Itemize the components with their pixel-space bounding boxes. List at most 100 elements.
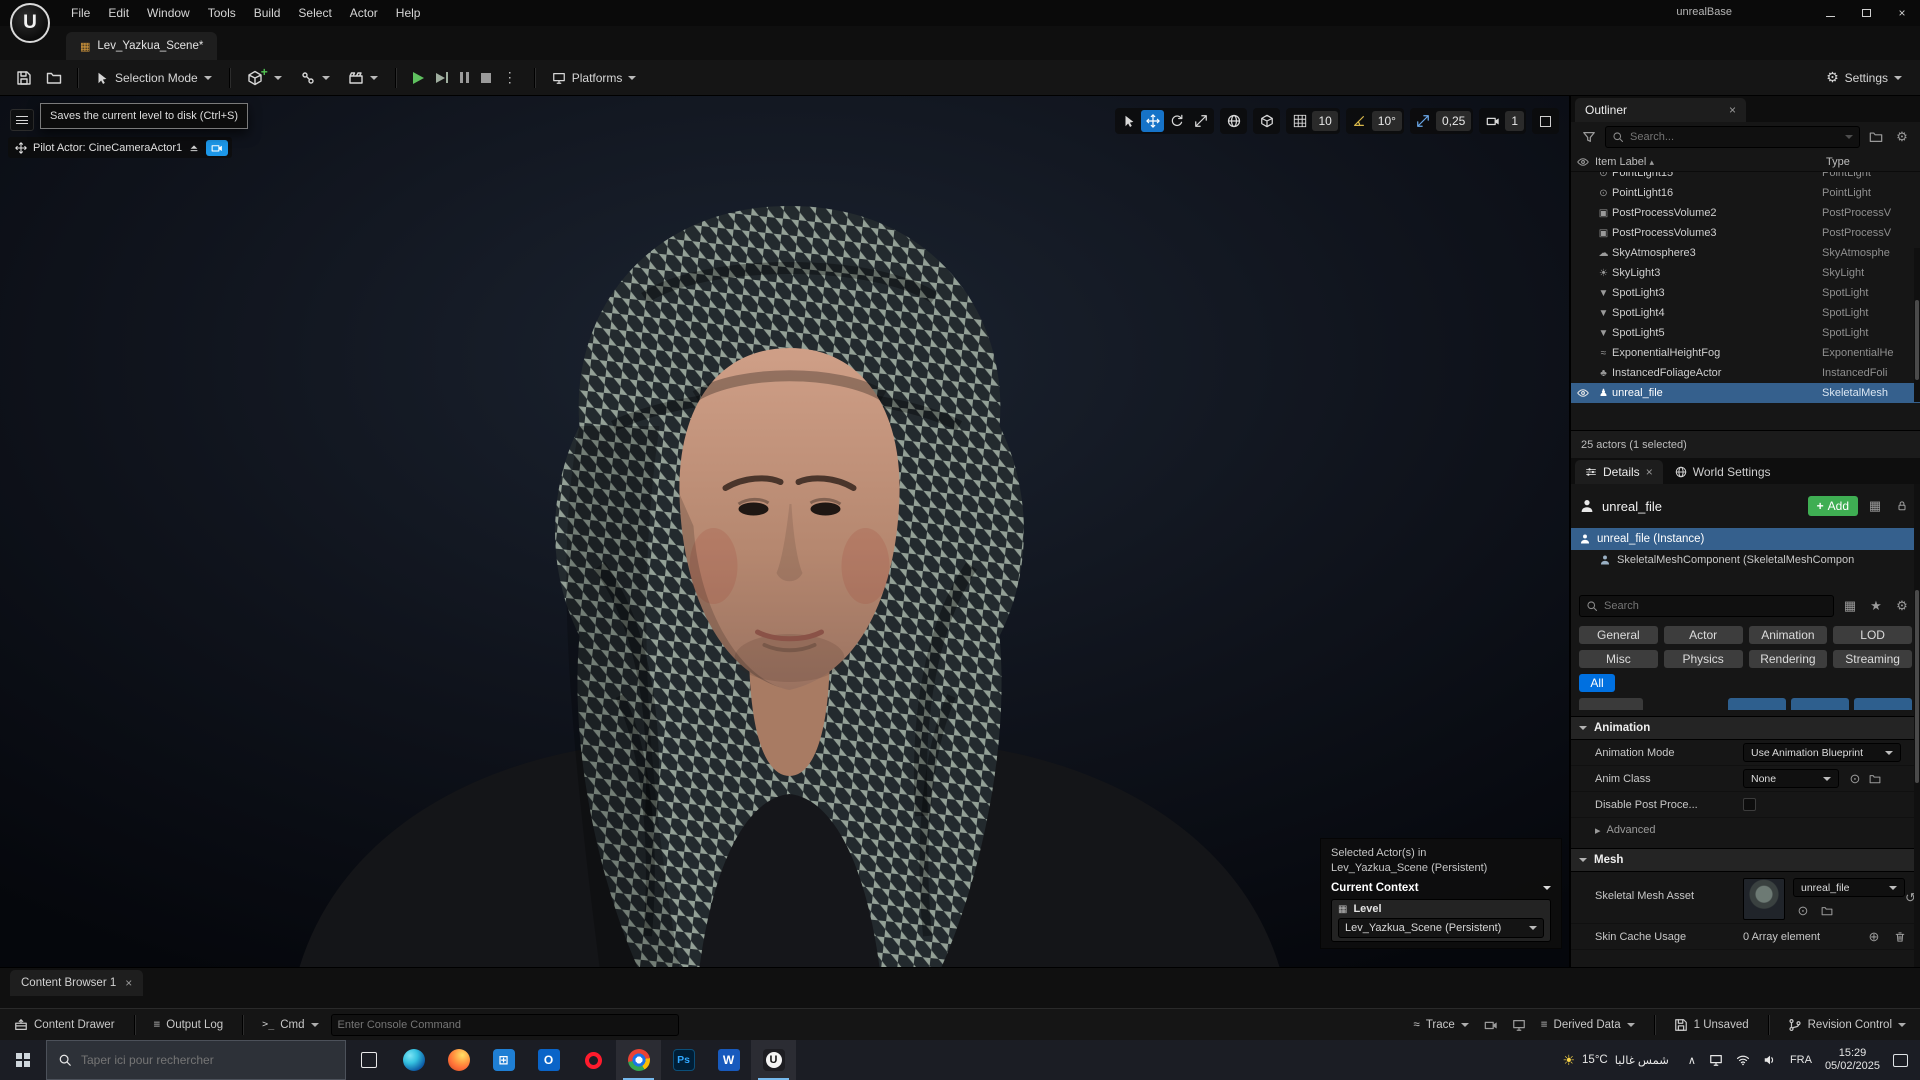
skeletal-mesh-dropdown[interactable]: unreal_file — [1793, 878, 1905, 897]
tab-world-settings[interactable]: World Settings — [1665, 460, 1781, 484]
taskbar-app[interactable] — [571, 1040, 616, 1080]
details-options-icon[interactable]: ▦ — [1865, 496, 1885, 516]
console-command-input[interactable] — [337, 1018, 672, 1031]
insights-monitor-icon[interactable] — [1509, 1015, 1529, 1035]
filter-chip[interactable]: General — [1579, 626, 1658, 644]
play-button[interactable] — [412, 64, 424, 92]
grid-snap-toggle[interactable] — [1288, 110, 1311, 132]
rotate-tool-button[interactable] — [1165, 110, 1188, 132]
rotation-snap-toggle[interactable] — [1348, 110, 1371, 132]
use-selected-icon[interactable]: ⊙ — [1793, 901, 1813, 921]
outliner-row[interactable]: ☁ SkyAtmosphere3 SkyAtmosphe — [1571, 243, 1920, 263]
unreal-logo[interactable]: U — [10, 3, 50, 43]
taskbar-search[interactable] — [46, 1040, 346, 1080]
camera-speed-button[interactable] — [1481, 110, 1504, 132]
menu-item[interactable]: Tools — [199, 0, 245, 26]
cmd-dropdown[interactable]: >_ Cmd — [258, 1012, 322, 1038]
stop-button[interactable] — [480, 64, 491, 92]
filter-chip[interactable]: Animation — [1748, 626, 1828, 644]
eject-pilot-button[interactable] — [188, 142, 200, 154]
taskbar-app[interactable] — [436, 1040, 481, 1080]
close-icon[interactable]: × — [1646, 466, 1653, 478]
tab-details[interactable]: Details × — [1575, 460, 1663, 484]
filter-chip[interactable]: Actor — [1663, 626, 1743, 644]
outliner-row[interactable]: ☀ SkyLight3 SkyLight — [1571, 263, 1920, 283]
outliner-row[interactable]: ▣ PostProcessVolume2 PostProcessV — [1571, 203, 1920, 223]
outliner-settings-button[interactable]: ⚙ — [1892, 127, 1912, 147]
settings-dropdown[interactable]: ⚙ Settings — [1818, 64, 1910, 92]
outliner-row[interactable]: ♟ unreal_file SkeletalMesh — [1571, 383, 1920, 403]
taskbar-app[interactable]: W — [706, 1040, 751, 1080]
menu-item[interactable]: File — [62, 0, 99, 26]
close-button[interactable]: × — [1884, 0, 1920, 26]
taskbar-weather[interactable]: ☀ 15°C شمس غالبا — [1556, 1040, 1674, 1080]
filter-icon[interactable] — [1579, 127, 1599, 147]
chevron-down-icon[interactable] — [1845, 135, 1853, 139]
lock-icon[interactable] — [1892, 496, 1912, 516]
taskbar-clock[interactable]: 15:29 05/02/2025 — [1825, 1047, 1880, 1073]
scale-snap-value[interactable]: 0,25 — [1435, 111, 1472, 131]
hidden-icons-chevron[interactable]: ∧ — [1688, 1054, 1696, 1067]
asset-thumbnail[interactable] — [1743, 878, 1785, 920]
browse-to-asset-icon[interactable] — [1865, 769, 1885, 789]
select-tool-button[interactable] — [1117, 110, 1140, 132]
component-row[interactable]: SkeletalMeshComponent (SkeletalMeshCompo… — [1571, 550, 1920, 570]
surface-snap-button[interactable] — [1255, 110, 1278, 132]
outliner-row[interactable]: ⊙ PointLight16 PointLight — [1571, 183, 1920, 203]
browse-content-button[interactable] — [40, 64, 68, 92]
close-icon[interactable]: × — [1729, 104, 1736, 116]
outliner-row[interactable]: ≈ ExponentialHeightFog ExponentialHe — [1571, 343, 1920, 363]
outliner-row[interactable]: ▣ PostProcessVolume3 PostProcessV — [1571, 223, 1920, 243]
viewport-menu-button[interactable] — [10, 109, 34, 131]
minimize-button[interactable] — [1812, 0, 1848, 26]
details-search-input[interactable] — [1604, 600, 1827, 612]
derived-data-dropdown[interactable]: ≡ Derived Data — [1537, 1012, 1639, 1038]
animation-mode-dropdown[interactable]: Use Animation Blueprint — [1743, 743, 1901, 762]
tab-outliner[interactable]: Outliner × — [1575, 98, 1747, 122]
menu-item[interactable]: Help — [387, 0, 430, 26]
disable-post-checkbox[interactable] — [1743, 798, 1756, 811]
current-context-header[interactable]: Current Context — [1331, 882, 1551, 894]
taskbar-app[interactable]: Ps — [661, 1040, 706, 1080]
visibility-column-icon[interactable] — [1571, 156, 1595, 168]
menu-item[interactable]: Window — [138, 0, 199, 26]
output-log-button[interactable]: ≡ Output Log — [150, 1012, 228, 1038]
outliner-row[interactable]: ▼ SpotLight5 SpotLight — [1571, 323, 1920, 343]
filter-chip[interactable]: Misc — [1579, 650, 1658, 668]
filter-chip[interactable]: Rendering — [1748, 650, 1828, 668]
content-drawer-button[interactable]: Content Drawer — [10, 1012, 119, 1038]
content-browser-tab[interactable]: Content Browser 1 × — [10, 970, 144, 996]
visibility-eye-icon[interactable] — [1571, 387, 1595, 399]
revision-control-button[interactable]: Revision Control — [1784, 1012, 1910, 1038]
menu-item[interactable]: Select — [289, 0, 340, 26]
taskbar-app[interactable]: ⊞ — [481, 1040, 526, 1080]
cinematics-button[interactable] — [340, 64, 386, 92]
section-mesh[interactable]: Mesh — [1571, 848, 1920, 872]
grid-snap-value[interactable]: 10 — [1312, 111, 1338, 131]
save-button[interactable] — [10, 64, 38, 92]
console-command-box[interactable] — [330, 1013, 679, 1036]
menu-item[interactable]: Build — [245, 0, 290, 26]
new-folder-button[interactable] — [1866, 127, 1886, 147]
details-scrollbar[interactable] — [1914, 484, 1920, 967]
taskbar-app[interactable] — [346, 1040, 391, 1080]
platforms-dropdown[interactable]: Platforms — [544, 64, 645, 92]
details-search-box[interactable] — [1579, 595, 1834, 617]
pause-button[interactable] — [459, 64, 469, 92]
world-local-toggle[interactable] — [1222, 110, 1245, 132]
browse-to-asset-icon[interactable] — [1817, 901, 1837, 921]
taskbar-app[interactable]: U — [751, 1040, 796, 1080]
move-tool-button[interactable] — [1141, 110, 1165, 132]
anim-class-dropdown[interactable]: None — [1743, 769, 1839, 788]
outliner-search-input[interactable] — [1630, 131, 1839, 143]
outliner-row[interactable]: ▼ SpotLight4 SpotLight — [1571, 303, 1920, 323]
add-array-element-icon[interactable]: ⊕ — [1864, 927, 1884, 947]
filter-chip[interactable]: Physics — [1663, 650, 1743, 668]
restore-button[interactable] — [1848, 0, 1884, 26]
add-component-button[interactable]: + Add — [1807, 496, 1858, 516]
column-item-label[interactable]: Item Label ▴ — [1595, 156, 1826, 168]
advanced-expander[interactable]: ▸ Advanced — [1571, 818, 1920, 842]
notification-center-icon[interactable] — [1893, 1053, 1908, 1067]
volume-tray-icon[interactable] — [1763, 1053, 1777, 1067]
maximize-viewport-button[interactable] — [1534, 110, 1557, 132]
